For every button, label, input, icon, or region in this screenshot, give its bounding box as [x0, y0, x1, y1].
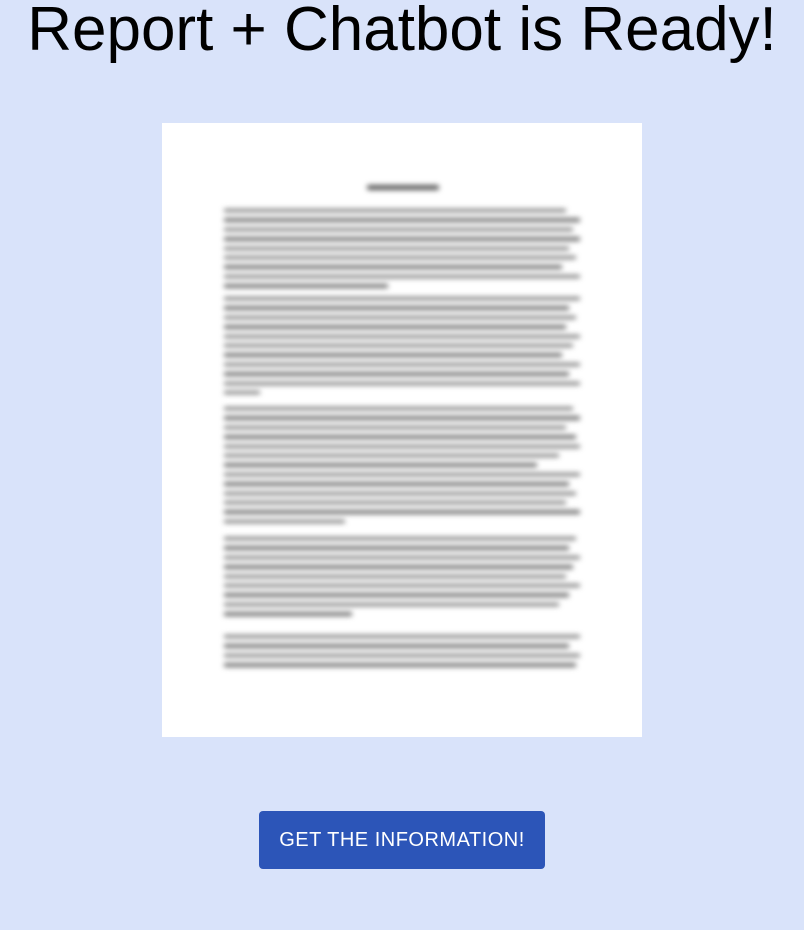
get-information-button[interactable]: GET THE INFORMATION!	[259, 811, 545, 869]
page-title: Report + Chatbot is Ready!	[27, 0, 777, 64]
report-preview-image	[162, 123, 642, 737]
blurred-document-icon	[162, 123, 642, 737]
